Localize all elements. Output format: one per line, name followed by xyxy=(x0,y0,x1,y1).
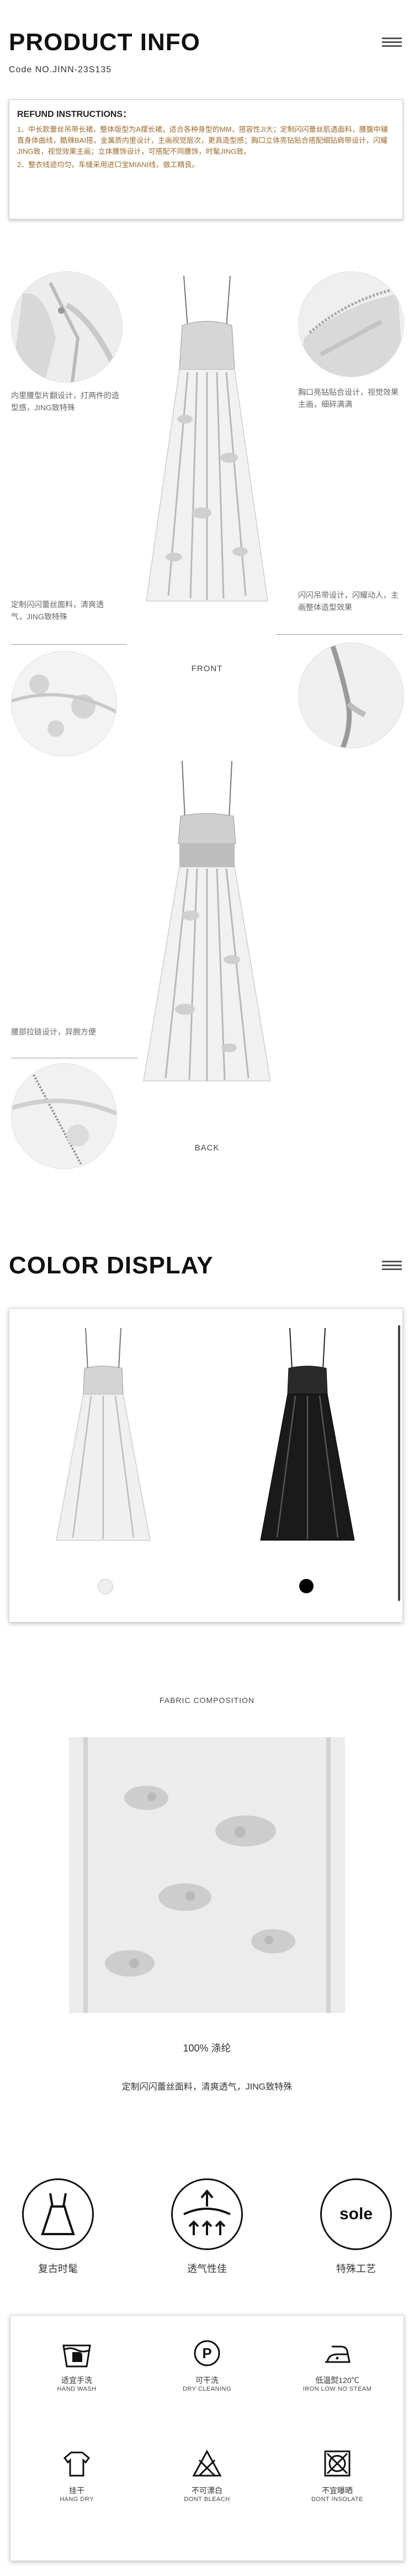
care-en-2: DRY CLEANING xyxy=(182,2386,232,2392)
hang-dry-icon xyxy=(63,2451,91,2477)
care-dry-clean: P 可干洗 DRY CLEANING xyxy=(152,2338,262,2392)
care-cn-3: 低温熨120℃ xyxy=(315,2376,359,2385)
care-no-sun: 不宜曝晒 DONT INSOLATE xyxy=(282,2448,392,2503)
no-sun-icon xyxy=(324,2450,351,2477)
white-dress-image xyxy=(48,1325,158,1546)
care-en-1: HAND WASH xyxy=(57,2386,97,2392)
refund-instructions-box: REFUND INSTRUCTIONS： 1、中长款蕾丝吊带长裙，整体版型为A摆… xyxy=(9,99,403,219)
svg-text:P: P xyxy=(202,2345,211,2361)
sole-icon: sole xyxy=(320,2178,392,2250)
front-dress-image xyxy=(135,265,279,618)
menu-icon-2[interactable] xyxy=(382,1258,402,1272)
fabric-heading: FABRIC COMPOSITION xyxy=(159,1696,254,1705)
swatch-white[interactable] xyxy=(98,1579,113,1594)
breathable-icon xyxy=(171,2178,243,2250)
color-display-title: COLOR DISPLAY xyxy=(9,1252,214,1279)
care-no-bleach: 不可漂白 DONT BLEACH xyxy=(152,2448,262,2503)
care-cn-2: 可干洗 xyxy=(195,2376,219,2385)
care-en-5: DONT BLEACH xyxy=(184,2496,230,2503)
detail-circle-zipper xyxy=(11,1063,117,1169)
care-cn-1: 适宜手洗 xyxy=(61,2376,92,2385)
scrollbar[interactable] xyxy=(398,1325,400,1601)
refund-line-2: 2、整衣线迹均匀，车缝采用进口宝MIANI线，做工精良。 xyxy=(17,160,199,169)
note-top-right: 胸口亮钻贴合设计，视觉效果主画，细碎满满 xyxy=(298,388,399,409)
feature-label-2: 透气性佳 xyxy=(187,2263,227,2274)
no-bleach-icon xyxy=(192,2449,222,2477)
fabric-composition-value: 100% 涤纶 xyxy=(183,2043,231,2054)
fabric-description: 定制闪闪蕾丝面料，清爽透气，JING致特殊 xyxy=(121,2082,293,2092)
swatch-black[interactable] xyxy=(299,1579,314,1593)
color-display-box xyxy=(9,1308,403,1622)
care-hand-wash: 适宜手洗 HAND WASH xyxy=(22,2338,132,2392)
detail-circle-lining xyxy=(11,271,123,383)
detail-circle-strap xyxy=(298,642,404,748)
feature-label-1: 复古时髦 xyxy=(38,2263,78,2274)
care-en-6: DONT INSOLATE xyxy=(311,2496,364,2503)
detail-circle-fabric xyxy=(11,651,117,757)
back-label: BACK xyxy=(194,1143,220,1153)
care-iron: 低温熨120℃ IRON LOW NO STEAM xyxy=(282,2338,392,2392)
back-dress-image xyxy=(135,750,279,1097)
note-top-left: 内里腰型片翻设计，打两件的造型感，JING致特殊 xyxy=(11,391,119,412)
note-mid-left: 定制闪闪蕾丝面料，清爽透气，JING致特殊 xyxy=(11,600,104,621)
care-en-4: HANG DRY xyxy=(60,2496,94,2503)
fabric-swatch-image xyxy=(63,1732,351,2018)
product-info-title: PRODUCT INFO xyxy=(9,29,200,56)
product-code: Code NO.JINN-23S135 xyxy=(9,65,112,74)
dry-clean-icon: P xyxy=(194,2340,220,2366)
care-cn-5: 不可漂白 xyxy=(192,2486,222,2495)
note-mid-right: 闪闪吊带设计，闪耀动人，主画整体造型效果 xyxy=(298,591,399,612)
care-cn-6: 不宜曝晒 xyxy=(322,2486,353,2495)
refund-title: REFUND INSTRUCTIONS： xyxy=(17,110,132,119)
care-cn-4: 挂干 xyxy=(69,2486,84,2495)
detail-circle-chest xyxy=(298,271,404,377)
dress-icon xyxy=(22,2178,94,2250)
divider-right xyxy=(276,634,403,635)
front-label: FRONT xyxy=(191,664,223,673)
refund-line-1: 1、中长款蕾丝吊带长裙，整体版型为A摆长裙，适合各种身型的MM，搭容性JI大；定… xyxy=(17,125,388,156)
feature-label-3: 特殊工艺 xyxy=(336,2263,376,2274)
hand-wash-icon xyxy=(62,2344,91,2368)
iron-icon xyxy=(325,2345,351,2363)
divider-left xyxy=(11,644,127,645)
menu-icon[interactable] xyxy=(382,35,402,49)
care-en-3: IRON LOW NO STEAM xyxy=(302,2386,372,2392)
care-instructions-box: 适宜手洗 HAND WASH P 可干洗 DRY CLEANING 低温熨120… xyxy=(10,2315,404,2561)
black-dress-image xyxy=(252,1325,363,1546)
care-hang-dry: 挂干 HANG DRY xyxy=(22,2448,132,2503)
note-back-left: 腰部拉链设计，异腕方便 xyxy=(11,1027,96,1036)
